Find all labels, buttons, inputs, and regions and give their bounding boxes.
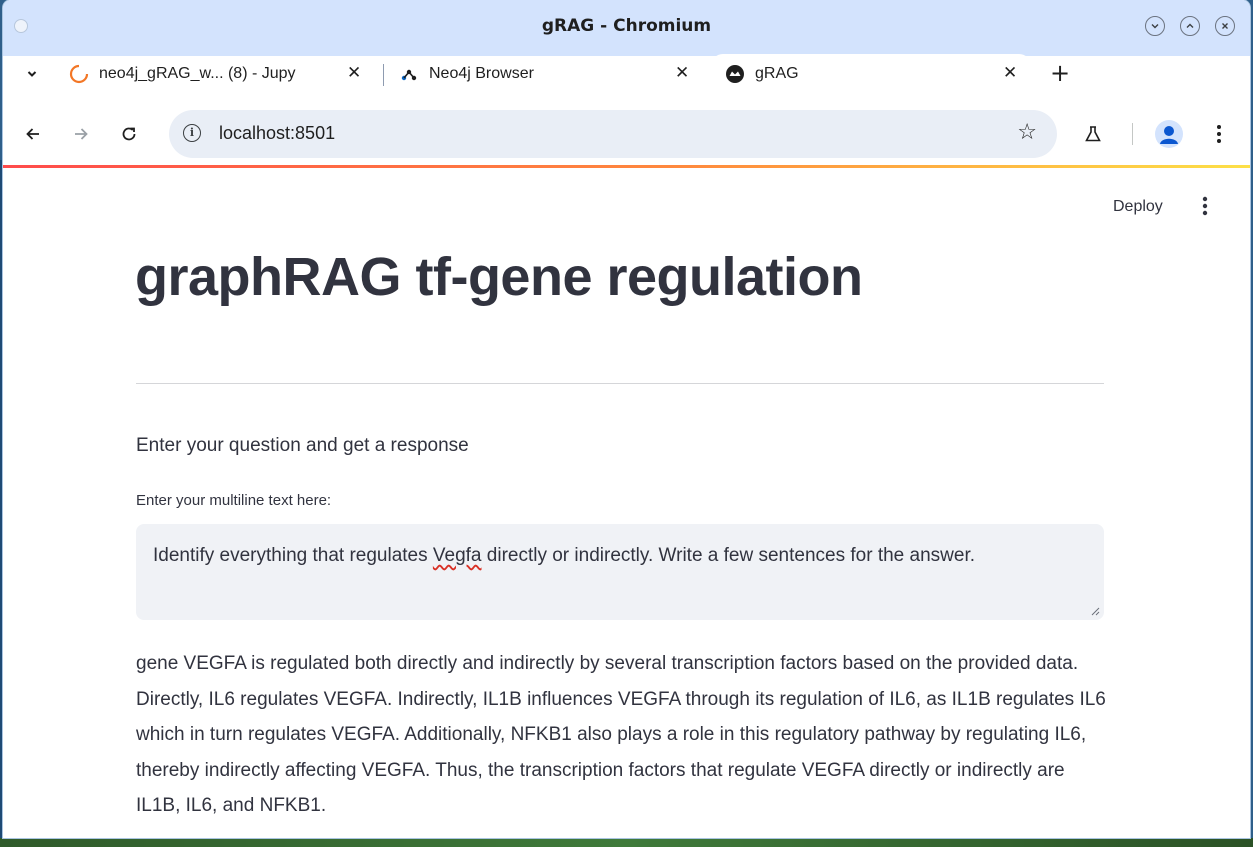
desktop-taskbar-edge <box>0 838 1253 847</box>
kebab-menu-icon <box>1217 125 1221 143</box>
window-title: gRAG - Chromium <box>541 16 712 36</box>
minimize-button[interactable] <box>1145 16 1165 36</box>
title-bar: gRAG - Chromium <box>3 0 1250 56</box>
maximize-button[interactable] <box>1180 16 1200 36</box>
chevron-down-icon <box>27 71 37 77</box>
address-bar[interactable]: i localhost:8501 ☆ <box>169 110 1057 158</box>
profile-button[interactable] <box>1155 120 1183 148</box>
site-info-icon[interactable]: i <box>183 124 201 142</box>
kebab-menu-icon <box>1202 196 1208 216</box>
user-avatar-icon <box>1160 126 1178 144</box>
reload-button[interactable] <box>115 120 143 148</box>
close-icon <box>1222 23 1228 29</box>
browser-window: gRAG - Chromium neo4j_gRAG_w... (8) - Ju… <box>3 0 1250 838</box>
divider <box>136 383 1104 384</box>
new-tab-button[interactable]: + <box>1047 60 1073 86</box>
tab-close-icon[interactable]: ✕ <box>675 63 689 83</box>
textarea-value-part: Identify everything that regulates <box>153 545 433 566</box>
forward-button[interactable] <box>67 120 95 148</box>
response-text: gene VEGFA is regulated both directly an… <box>136 653 1106 816</box>
tab-separator <box>383 64 384 86</box>
tab-search-button[interactable] <box>13 56 51 92</box>
spellcheck-word: Vegfa <box>432 545 482 566</box>
neo4j-icon <box>401 69 417 81</box>
streamlit-app: Deploy graphRAG tf-gene regulation Enter… <box>3 168 1250 838</box>
page-title: graphRAG tf-gene regulation <box>135 247 863 307</box>
deploy-button[interactable]: Deploy <box>1113 198 1163 216</box>
textarea-label: Enter your multiline text here: <box>136 492 332 509</box>
bookmark-star-icon[interactable]: ☆ <box>1017 120 1037 145</box>
tab-grag[interactable]: gRAG ✕ <box>711 54 1031 100</box>
tab-neo4j-browser[interactable]: Neo4j Browser ✕ <box>385 54 705 100</box>
labs-button[interactable] <box>1079 120 1107 148</box>
question-textarea[interactable]: Identify everything that regulates Vegfa… <box>136 524 1104 620</box>
resize-grip-icon[interactable] <box>1090 606 1100 616</box>
chevron-up-icon <box>1186 23 1194 28</box>
subheader-text: Enter your question and get a response <box>136 435 469 456</box>
textarea-value-part: directly or indirectly. Write a few sent… <box>481 545 975 566</box>
flask-icon <box>1085 126 1101 142</box>
tab-label: neo4j_gRAG_w... (8) - Jupy <box>99 65 296 82</box>
chevron-down-icon <box>1151 24 1159 29</box>
tab-close-icon[interactable]: ✕ <box>347 63 361 83</box>
reload-icon <box>122 127 136 141</box>
tab-label: gRAG <box>755 65 799 82</box>
streamlit-icon <box>726 65 744 83</box>
jupyter-spinner-icon <box>69 64 89 84</box>
textarea-value[interactable]: Identify everything that regulates Vegfa… <box>153 545 975 567</box>
toolbar-separator <box>1132 123 1133 145</box>
close-window-button[interactable] <box>1215 16 1235 36</box>
arrow-right-icon <box>75 128 88 140</box>
url-text[interactable]: localhost:8501 <box>219 123 335 144</box>
back-button[interactable] <box>19 120 47 148</box>
tab-close-icon[interactable]: ✕ <box>1003 63 1017 83</box>
tab-jupyter[interactable]: neo4j_gRAG_w... (8) - Jupy ✕ <box>55 54 381 100</box>
arrow-left-icon <box>26 128 39 140</box>
browser-menu-button[interactable] <box>1205 120 1233 148</box>
browser-toolbar: i localhost:8501 ☆ <box>3 100 1250 166</box>
app-menu-button[interactable] <box>1195 196 1215 219</box>
tab-label: Neo4j Browser <box>429 65 534 82</box>
